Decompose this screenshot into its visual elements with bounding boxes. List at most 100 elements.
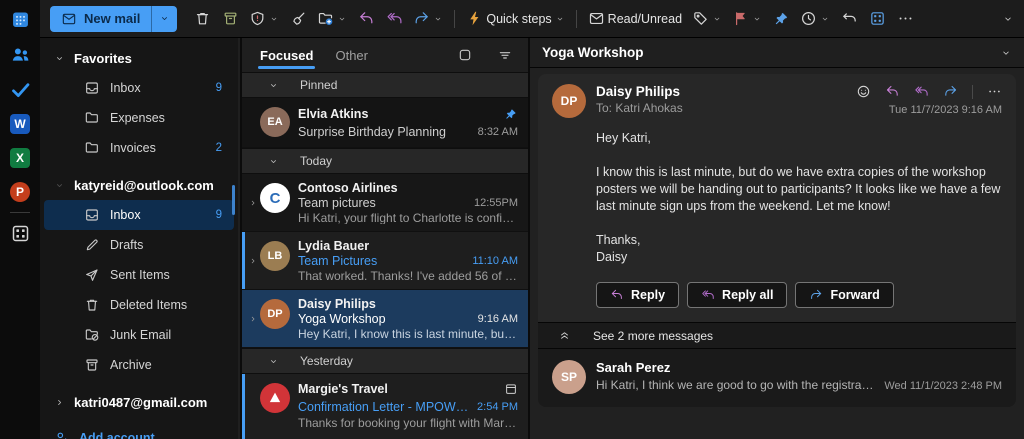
collapsed-message-sarah[interactable]: SP Sarah Perez Hi Katri, I think we are … xyxy=(538,349,1016,407)
sidebar-item-sent-items[interactable]: Sent Items xyxy=(44,260,234,290)
forward-icon[interactable] xyxy=(943,84,958,99)
snooze-button[interactable] xyxy=(796,5,834,33)
group-header-today[interactable]: Today xyxy=(242,148,528,174)
sidebar-item-inbox[interactable]: Inbox 9 xyxy=(44,200,234,230)
people-icon[interactable] xyxy=(10,44,31,65)
sidebar-item-inbox-favorite[interactable]: Inbox 9 xyxy=(44,73,234,103)
group-label: Pinned xyxy=(300,78,337,92)
expand-conversation-icon[interactable] xyxy=(246,181,260,224)
tab-focused[interactable]: Focused xyxy=(258,42,315,69)
reply-all-button[interactable]: Reply all xyxy=(687,282,787,308)
favorites-section-header[interactable]: Favorites xyxy=(40,43,238,73)
account-gmail-header[interactable]: katri0487@gmail.com xyxy=(40,387,238,417)
forward-button[interactable]: Forward xyxy=(795,282,893,308)
avatar: LB xyxy=(260,241,290,271)
new-mail-dropdown[interactable] xyxy=(151,6,177,32)
reply-button[interactable] xyxy=(353,5,379,33)
pin-icon[interactable] xyxy=(504,107,518,121)
subject: Team Pictures xyxy=(298,254,466,268)
excel-icon[interactable]: X xyxy=(10,148,30,168)
sender-name: Margie's Travel xyxy=(298,382,498,396)
sidebar-item-junk-email[interactable]: Junk Email xyxy=(44,320,234,350)
flag-icon xyxy=(732,10,749,27)
message-row-daisy-selected[interactable]: DP Daisy Philips Yoga Workshop 9:16 AM H… xyxy=(242,290,528,348)
sidebar-item-deleted-items[interactable]: Deleted Items xyxy=(44,290,234,320)
reactions-icon[interactable] xyxy=(856,84,871,99)
see-more-messages[interactable]: See 2 more messages xyxy=(538,322,1016,349)
pin-button[interactable] xyxy=(768,5,794,33)
subject: Yoga Workshop xyxy=(298,312,472,326)
folder-icon xyxy=(84,110,100,126)
expand-conversation-icon[interactable] xyxy=(246,297,260,340)
tab-other[interactable]: Other xyxy=(333,42,370,69)
calendar-icon[interactable] xyxy=(10,9,31,30)
sidebar-item-archive[interactable]: Archive xyxy=(44,350,234,380)
undo-button[interactable] xyxy=(836,5,862,33)
word-icon[interactable]: W xyxy=(10,114,30,134)
avatar: C xyxy=(260,183,290,213)
archive-button[interactable] xyxy=(217,5,243,33)
apps-button[interactable] xyxy=(864,5,890,33)
new-mail-button[interactable]: New mail xyxy=(50,6,177,32)
quick-steps-button[interactable]: Quick steps xyxy=(462,5,568,33)
reply-button[interactable]: Reply xyxy=(596,282,679,308)
sidebar-item-invoices[interactable]: Invoices 2 xyxy=(44,133,234,163)
message-row-margie[interactable]: Margie's Travel Confirmation Letter - MP… xyxy=(242,374,528,439)
body-paragraph: Thanks, xyxy=(596,232,1002,249)
forward-button[interactable] xyxy=(409,5,447,33)
chevron-down-icon xyxy=(752,14,762,24)
reply-all-button[interactable] xyxy=(381,5,407,33)
new-mail-main[interactable]: New mail xyxy=(50,6,151,32)
folder-label: Expenses xyxy=(110,111,222,125)
message-actions xyxy=(856,84,1002,99)
ellipsis-icon[interactable] xyxy=(987,84,1002,99)
more-options-button[interactable] xyxy=(892,5,918,33)
ribbon-collapse-icon[interactable] xyxy=(1002,13,1014,25)
person-add-icon xyxy=(54,430,70,439)
sidebar-scrollbar-thumb[interactable] xyxy=(232,185,235,215)
read-unread-button[interactable]: Read/Unread xyxy=(584,5,686,33)
message-summary: Contoso Airlines Team pictures 12:55PM H… xyxy=(298,181,518,224)
report-button[interactable] xyxy=(245,5,283,33)
reply-label: Reply xyxy=(631,288,665,302)
chevron-down-icon xyxy=(555,14,565,24)
move-to-button[interactable] xyxy=(313,5,351,33)
message-row-elvia[interactable]: EA Elvia Atkins Surprise Birthday Planni… xyxy=(242,98,528,148)
archive-icon xyxy=(84,357,100,373)
avatar xyxy=(260,383,290,413)
collapse-conversation-icon[interactable] xyxy=(1000,47,1012,59)
message-row-lydia[interactable]: LB Lydia Bauer Team Pictures 11:10 AM Th… xyxy=(242,232,528,290)
expand-conversation-icon[interactable] xyxy=(246,239,260,282)
sidebar-item-expenses[interactable]: Expenses xyxy=(44,103,234,133)
group-header-pinned[interactable]: Pinned xyxy=(242,72,528,98)
reply-icon[interactable] xyxy=(885,84,900,99)
account-outlook-header[interactable]: katyreid@outlook.com xyxy=(40,170,238,200)
flag-button[interactable] xyxy=(728,5,766,33)
shield-icon xyxy=(249,10,266,27)
reply-all-icon[interactable] xyxy=(914,84,929,99)
calendar-invite-icon xyxy=(504,382,518,396)
message-row-contoso[interactable]: C Contoso Airlines Team pictures 12:55PM… xyxy=(242,174,528,232)
add-account-button[interactable]: Add account xyxy=(40,423,238,439)
message-summary: Elvia Atkins Surprise Birthday Planning … xyxy=(298,105,518,140)
mail-icon xyxy=(61,11,77,27)
chevron-down-icon xyxy=(54,180,65,191)
margie-logo-icon xyxy=(265,388,285,408)
preview-text: Thanks for booking your flight with Marg… xyxy=(298,416,518,432)
sidebar-item-drafts[interactable]: Drafts xyxy=(44,230,234,260)
timestamp: 12:55PM xyxy=(474,197,518,209)
chevron-down-icon xyxy=(712,14,722,24)
select-messages-button[interactable] xyxy=(454,44,476,66)
body-paragraph: Hey Katri, xyxy=(596,130,1002,147)
sweep-button[interactable] xyxy=(285,5,311,33)
trash-icon xyxy=(84,297,100,313)
chevron-down-icon xyxy=(337,14,347,24)
filter-button[interactable] xyxy=(494,44,516,66)
todo-check-icon[interactable] xyxy=(10,79,31,100)
subject: Surprise Birthday Planning xyxy=(298,125,472,139)
powerpoint-icon[interactable]: P xyxy=(10,182,30,202)
group-header-yesterday[interactable]: Yesterday xyxy=(242,348,528,374)
delete-button[interactable] xyxy=(189,5,215,33)
more-apps-icon[interactable] xyxy=(10,223,31,244)
categorize-button[interactable] xyxy=(688,5,726,33)
